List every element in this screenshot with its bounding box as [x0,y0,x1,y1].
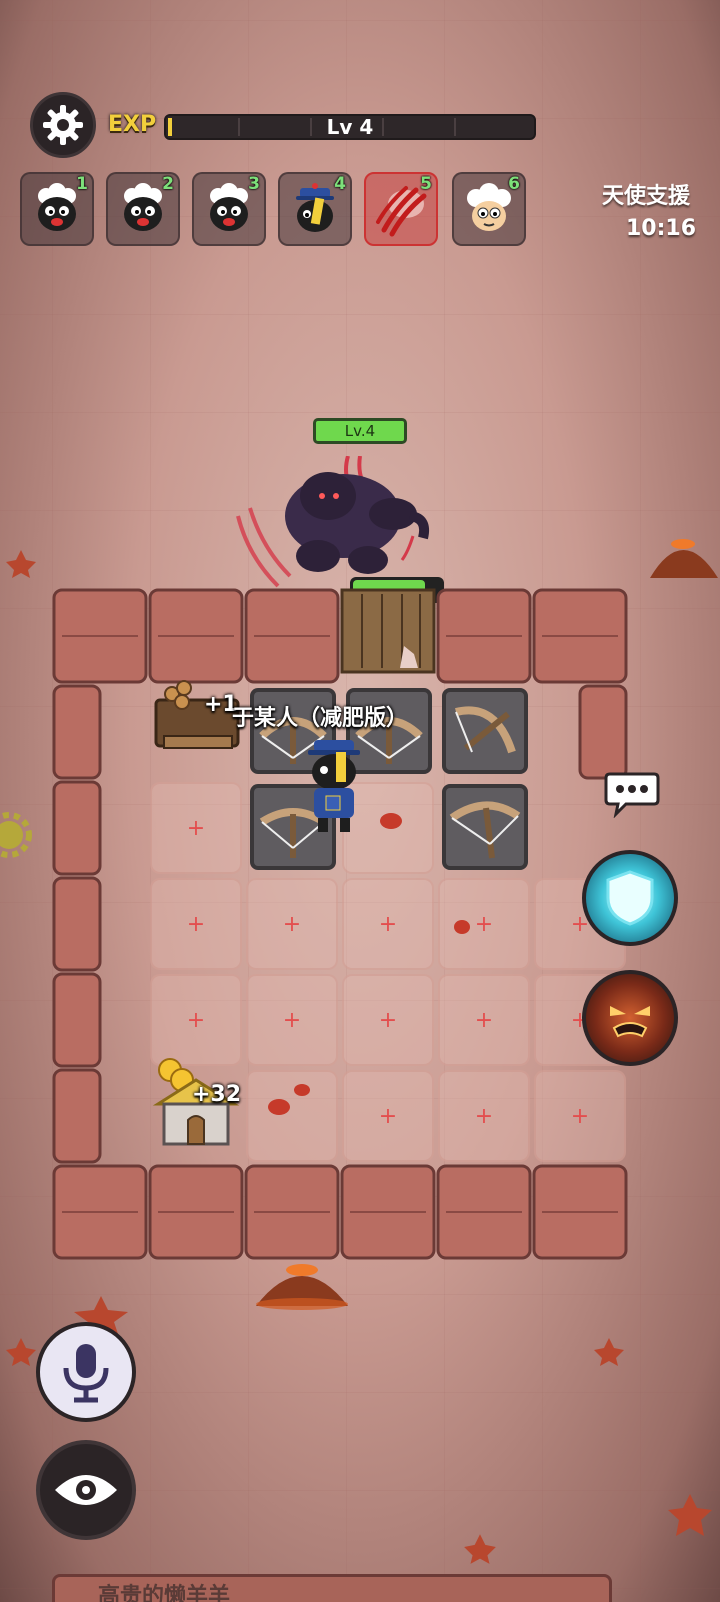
player-name-label: 于某人（减肥版） [232,706,409,731]
slot-number: 3 [248,174,260,194]
grid-cell[interactable]: + [534,1070,626,1162]
slot-number: 2 [162,174,174,194]
player-slot-2[interactable]: 2 [106,172,180,246]
slot-number: 4 [334,174,346,194]
grid-cell[interactable]: + [150,974,242,1066]
angel-support-timer: 10:16 [626,216,697,241]
slot-number: 1 [76,174,88,194]
grid-cell[interactable]: + [246,878,338,970]
lava-volcano-decoration [256,1264,348,1310]
lava-volcano-decoration [650,539,718,578]
player-slot-4[interactable]: 4 [278,172,352,246]
settings-button[interactable] [30,92,96,158]
grid-cell[interactable]: + [342,1070,434,1162]
exp-label: EXP [108,112,157,137]
crossbow-turret[interactable] [442,784,528,870]
eye-icon [55,1475,117,1505]
slot-number: 6 [508,174,520,194]
grid-cell[interactable]: + [438,1070,530,1162]
view-toggle-button[interactable] [36,1440,136,1540]
werewolf-boss [236,456,430,588]
red-plant-decoration [668,1494,712,1536]
shield-icon [606,870,654,926]
rage-skill-button[interactable] [582,970,678,1066]
grid-cell[interactable]: + [342,878,434,970]
red-plant-decoration [6,1338,36,1366]
ore-rock [454,920,470,934]
ore-rock [294,1084,310,1096]
offscreen-gear-icon [0,812,32,858]
microphone-icon [63,1344,109,1403]
shield-skill-button[interactable] [582,850,678,946]
angry-face-icon [610,1006,650,1038]
voice-chat-button[interactable] [36,1322,136,1422]
grid-cell[interactable]: + [246,974,338,1066]
crossbow-icon [455,706,516,754]
grid-cell[interactable]: + [342,974,434,1066]
player-slot-6[interactable]: 6 [452,172,526,246]
slot-number: 5 [420,174,432,194]
chat-icon [604,772,660,818]
ore-rock [380,813,402,829]
player-sheep-character [308,740,360,832]
crossbow-turret[interactable] [442,688,528,774]
grid-cell[interactable]: + [438,974,530,1066]
game-room: + + + + + + + + + + + + + + [52,588,652,1278]
red-plant-decoration [464,1534,496,1564]
player-slot-3[interactable]: 3 [192,172,266,246]
grid-cell[interactable]: + [150,782,242,874]
angel-support-label: 天使支援 [602,184,691,209]
exp-bar: Lv 4 [164,114,536,140]
gear-icon [43,105,83,145]
chat-bubble-button[interactable] [604,770,660,818]
player-slot-5[interactable]: 5 [364,172,438,246]
crossbow-icon [449,801,521,859]
player-slot-1[interactable]: 1 [20,172,94,246]
red-plant-decoration [594,1338,624,1366]
grid-cell[interactable]: + [150,878,242,970]
lumber-station[interactable] [152,674,244,760]
level-text: Lv 4 [326,115,374,139]
coin-gain-text: +32 [192,1082,242,1107]
red-plant-decoration [6,550,36,578]
boss-level-badge: Lv.4 [313,418,407,444]
ore-rock [268,1099,290,1115]
next-room-owner-label: 高贵的懒羊羊 [98,1584,231,1602]
